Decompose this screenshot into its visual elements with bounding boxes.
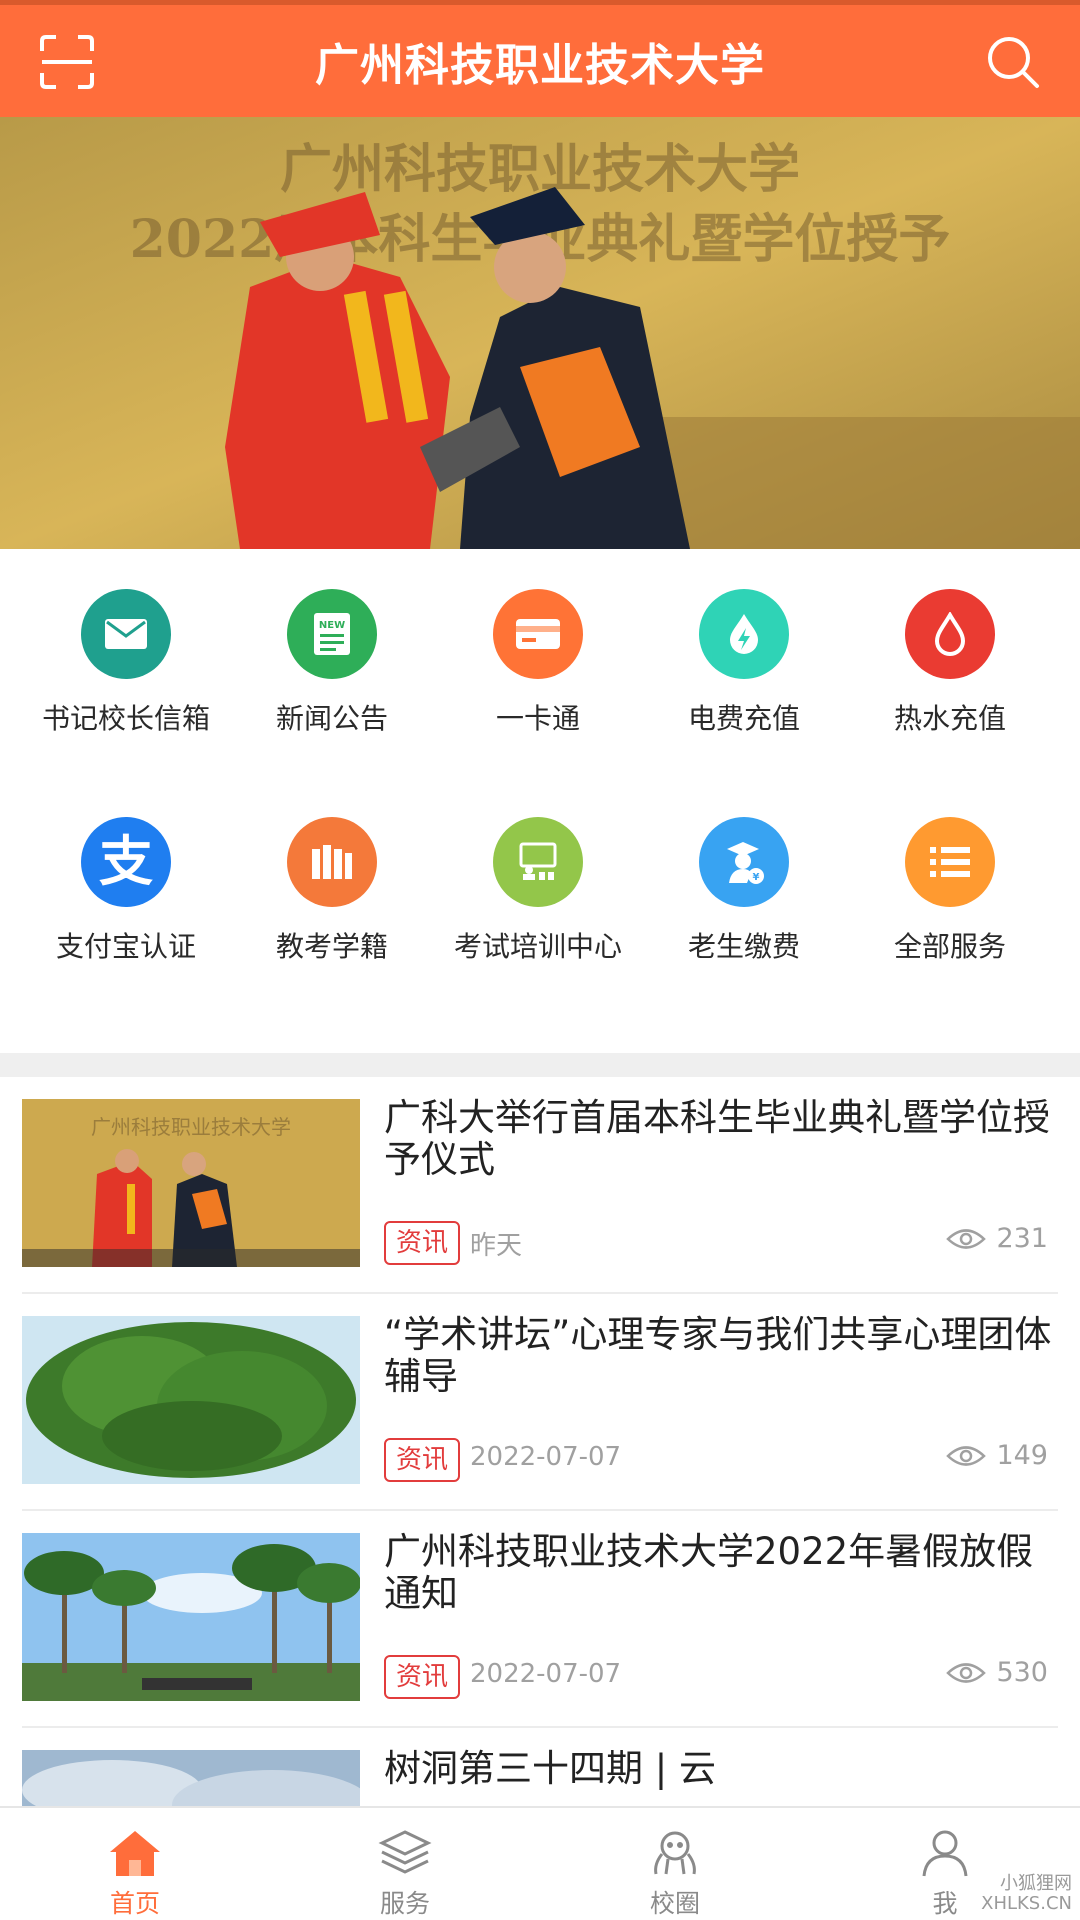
- news-title: “学术讲坛”心理专家与我们共享心理团体辅导: [384, 1313, 1052, 1398]
- service-label: 一卡通: [495, 702, 580, 735]
- news-thumbnail: 广州科技职业技术大学: [22, 1099, 360, 1267]
- news-item[interactable]: 广州科技职业技术大学2022年暑假放假通知 资讯 2022-07-07 530: [22, 1511, 1058, 1728]
- view-count: 231: [996, 1223, 1048, 1254]
- news-item[interactable]: “学术讲坛”心理专家与我们共享心理团体辅导 资讯 2022-07-07 149: [22, 1294, 1058, 1511]
- svg-text:广州科技职业技术大学: 广州科技职业技术大学: [91, 1115, 291, 1139]
- news-thumbnail: [22, 1316, 360, 1484]
- tab-services[interactable]: 服务: [270, 1808, 540, 1920]
- eye-icon: [946, 1445, 987, 1466]
- news-date: 昨天: [470, 1231, 523, 1261]
- tab-label: 校圈: [649, 1889, 700, 1918]
- watermark-line1: 小狐狸网: [1000, 1873, 1072, 1894]
- view-count: 149: [996, 1440, 1048, 1471]
- layers-icon: [378, 1830, 432, 1874]
- service-principal-mailbox[interactable]: 书记校长信箱: [23, 589, 229, 749]
- news-item[interactable]: 广州科技职业技术大学 广科大举行首届本科生毕业典礼暨学位授予仪式 资讯 昨天 2…: [22, 1077, 1058, 1294]
- view-count: 530: [996, 1657, 1048, 1688]
- service-label: 电费充值: [687, 702, 800, 735]
- books-icon: [287, 817, 377, 907]
- news-title: 广州科技职业技术大学2022年暑假放假通知: [384, 1530, 1034, 1615]
- bottom-tab-bar: 首页 服务 校圈 我: [0, 1806, 1080, 1920]
- news-date: 2022-07-07: [470, 1442, 622, 1472]
- news-date: 2022-07-07: [470, 1659, 622, 1689]
- campus-circle-icon: [654, 1831, 696, 1875]
- news-list: 广州科技职业技术大学 广科大举行首届本科生毕业典礼暨学位授予仪式 资讯 昨天 2…: [0, 1077, 1080, 1807]
- tab-label: 首页: [109, 1889, 160, 1918]
- watermark-line2: XHLKS.CN: [981, 1893, 1072, 1914]
- service-label: 老生缴费: [687, 930, 800, 963]
- service-all-services[interactable]: 全部服务: [847, 817, 1053, 977]
- svg-text:¥: ¥: [753, 872, 760, 883]
- service-label: 考试培训中心: [453, 930, 622, 963]
- training-icon: [493, 817, 583, 907]
- service-label: 全部服务: [893, 930, 1006, 963]
- watermark: 小狐狸网 XHLKS.CN: [981, 1874, 1072, 1914]
- service-label: 支付宝认证: [55, 930, 196, 963]
- service-label: 书记校长信箱: [41, 702, 210, 735]
- news-item[interactable]: 树洞第三十四期 | 云: [22, 1728, 1058, 1807]
- banner-line1: 广州科技职业技术大学: [280, 139, 800, 200]
- page-title: 广州科技职业技术大学: [315, 40, 765, 91]
- news-title: 树洞第三十四期 | 云: [384, 1747, 716, 1790]
- alipay-icon: 支: [81, 817, 171, 907]
- news-views: 149: [946, 1440, 1048, 1471]
- list-icon: [905, 817, 995, 907]
- service-news[interactable]: NEW 新闻公告: [229, 589, 435, 749]
- search-icon[interactable]: [984, 33, 1042, 91]
- tab-home[interactable]: 首页: [0, 1808, 270, 1920]
- service-exam-training-center[interactable]: 考试培训中心: [435, 817, 641, 977]
- eye-icon: [946, 1228, 987, 1249]
- fee-icon: ¥: [699, 817, 789, 907]
- service-electricity-recharge[interactable]: 电费充值: [641, 589, 847, 749]
- news-title: 广科大举行首届本科生毕业典礼暨学位授予仪式: [384, 1096, 1050, 1181]
- news-views: 530: [946, 1657, 1048, 1688]
- mail-icon: [81, 589, 171, 679]
- banner-image: 广州科技职业技术大学 2022届本科生毕业典礼暨学位授予: [0, 117, 1080, 549]
- news-icon: NEW: [287, 589, 377, 679]
- home-icon: [110, 1831, 160, 1876]
- svg-text:NEW: NEW: [319, 620, 345, 631]
- service-label: 新闻公告: [275, 702, 388, 735]
- hot-water-icon: [905, 589, 995, 679]
- service-label: 教考学籍: [275, 930, 388, 963]
- news-tag: 资讯: [384, 1221, 461, 1265]
- section-divider: [0, 1053, 1080, 1077]
- electricity-icon: [699, 589, 789, 679]
- service-label: 热水充值: [893, 702, 1006, 735]
- service-academic-records[interactable]: 教考学籍: [229, 817, 435, 977]
- card-icon: [493, 589, 583, 679]
- banner-carousel[interactable]: 广州科技职业技术大学 2022届本科生毕业典礼暨学位授予: [0, 117, 1080, 549]
- service-alipay-auth[interactable]: 支 支付宝认证: [23, 817, 229, 977]
- app-header: 广州科技职业技术大学: [0, 0, 1080, 117]
- user-icon: [922, 1830, 968, 1877]
- news-thumbnail: [22, 1750, 360, 1807]
- service-campus-card[interactable]: 一卡通: [435, 589, 641, 749]
- news-views: 231: [946, 1223, 1048, 1254]
- news-thumbnail: [22, 1533, 360, 1701]
- service-returning-student-fees[interactable]: ¥ 老生缴费: [641, 817, 847, 977]
- news-tag: 资讯: [384, 1655, 461, 1699]
- tab-label: 服务: [379, 1889, 430, 1918]
- tab-campus-circle[interactable]: 校圈: [540, 1808, 810, 1920]
- eye-icon: [946, 1662, 987, 1683]
- service-hot-water-recharge[interactable]: 热水充值: [847, 589, 1053, 749]
- service-grid: 书记校长信箱 NEW 新闻公告 一卡通 电费充值 热水充值 支 支付宝认证 教考…: [0, 549, 1080, 1053]
- news-tag: 资讯: [384, 1438, 461, 1482]
